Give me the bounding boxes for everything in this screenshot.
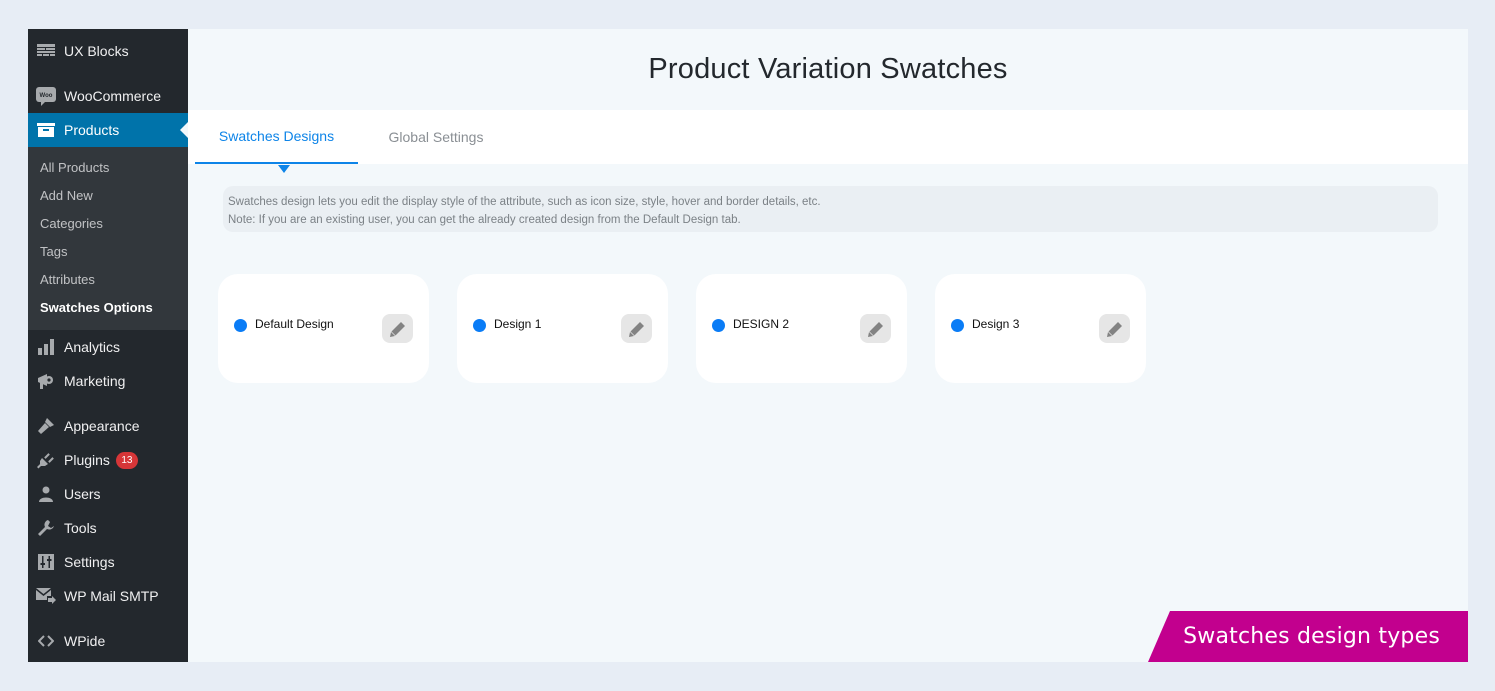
sidebar-item-appearance[interactable]: Appearance xyxy=(28,409,188,443)
tabs-bar: Swatches Designs Global Settings xyxy=(188,110,1468,173)
ux-blocks-icon xyxy=(28,44,64,58)
caption-banner: Swatches design types xyxy=(1148,611,1468,662)
main-content: Product Variation Swatches Swatches Desi… xyxy=(188,29,1468,662)
status-dot-icon xyxy=(951,319,964,332)
design-card-default[interactable]: Default Design xyxy=(218,274,429,383)
submenu-all-products[interactable]: All Products xyxy=(40,160,109,175)
sidebar-item-label: WP Mail SMTP xyxy=(64,588,159,604)
sidebar-item-label: Tools xyxy=(64,520,97,536)
notice-line: Swatches design lets you edit the displa… xyxy=(228,196,821,208)
status-dot-icon xyxy=(712,319,725,332)
sidebar-item-products[interactable]: Products xyxy=(28,113,188,147)
edit-design-button[interactable] xyxy=(621,314,652,343)
megaphone-icon xyxy=(28,372,64,390)
sidebar-item-woocommerce[interactable]: Woo WooCommerce xyxy=(28,79,188,113)
sidebar-item-label: Products xyxy=(64,122,120,138)
tab-global-settings[interactable]: Global Settings xyxy=(358,110,514,164)
design-name: Default Design xyxy=(255,317,334,331)
plug-icon xyxy=(28,451,64,469)
sidebar-item-plugins[interactable]: Plugins 13 xyxy=(28,443,188,477)
pencil-icon xyxy=(867,321,883,337)
active-tab-caret-icon xyxy=(278,165,290,173)
tab-label: Global Settings xyxy=(388,129,484,145)
submenu-categories[interactable]: Categories xyxy=(40,216,103,231)
design-name: Design 3 xyxy=(972,317,1020,331)
design-name: DESIGN 2 xyxy=(733,317,790,331)
page-title: Product Variation Swatches xyxy=(648,53,1008,85)
pencil-icon xyxy=(1106,321,1122,337)
sidebar-item-wp-mail-smtp[interactable]: WP Mail SMTP xyxy=(28,579,188,613)
edit-design-button[interactable] xyxy=(382,314,413,343)
sidebar-item-users[interactable]: Users xyxy=(28,477,188,511)
notice-line: Note: If you are an existing user, you c… xyxy=(228,214,741,226)
submenu-tags[interactable]: Tags xyxy=(40,244,67,259)
sidebar-item-label: Users xyxy=(64,486,101,502)
products-box-icon xyxy=(28,123,64,137)
design-card-1[interactable]: Design 1 xyxy=(457,274,668,383)
pencil-icon xyxy=(628,321,644,337)
admin-sidebar: UX Blocks Woo WooCommerce Products All P… xyxy=(28,29,188,662)
design-card-3[interactable]: Design 3 xyxy=(935,274,1146,383)
sidebar-item-label: Appearance xyxy=(64,418,140,434)
edit-design-button[interactable] xyxy=(860,314,891,343)
status-dot-icon xyxy=(473,319,486,332)
plugins-update-badge: 13 xyxy=(115,451,138,469)
pencil-icon xyxy=(389,321,405,337)
mail-arrow-icon xyxy=(28,587,64,605)
sidebar-item-label: WPide xyxy=(64,633,106,649)
sidebar-item-analytics[interactable]: Analytics xyxy=(28,330,188,364)
user-icon xyxy=(28,486,64,502)
sidebar-item-label: WooCommerce xyxy=(64,88,161,104)
sidebar-item-marketing[interactable]: Marketing xyxy=(28,364,188,398)
sidebar-item-ux-blocks[interactable]: UX Blocks xyxy=(28,34,188,68)
sidebar-item-tools[interactable]: Tools xyxy=(28,511,188,545)
design-cards: Default Design Design 1 DESIGN 2 Design … xyxy=(218,274,1174,383)
tab-label: Swatches Designs xyxy=(218,128,335,144)
sliders-icon xyxy=(28,554,64,570)
sidebar-item-label: UX Blocks xyxy=(64,43,129,59)
submenu-add-new[interactable]: Add New xyxy=(40,188,93,203)
paintbrush-icon xyxy=(28,417,64,435)
code-brackets-icon xyxy=(28,635,64,647)
woo-icon: Woo xyxy=(28,86,64,106)
status-dot-icon xyxy=(234,319,247,332)
bar-chart-icon xyxy=(28,339,64,355)
app-frame: UX Blocks Woo WooCommerce Products All P… xyxy=(28,29,1468,662)
wrench-icon xyxy=(28,520,64,536)
info-notice: Swatches design lets you edit the displa… xyxy=(223,186,1438,232)
submenu-attributes[interactable]: Attributes xyxy=(40,272,95,287)
tab-swatches-designs[interactable]: Swatches Designs xyxy=(195,110,358,173)
sidebar-item-settings[interactable]: Settings xyxy=(28,545,188,579)
sidebar-item-label: Settings xyxy=(64,554,115,570)
svg-text:Woo: Woo xyxy=(40,93,53,99)
sidebar-item-wpide[interactable]: WPide xyxy=(28,624,188,658)
products-submenu: All Products Add New Categories Tags Att… xyxy=(28,147,188,330)
sidebar-item-label: Marketing xyxy=(64,373,126,389)
sidebar-item-label: Plugins xyxy=(64,452,110,468)
design-card-2[interactable]: DESIGN 2 xyxy=(696,274,907,383)
design-name: Design 1 xyxy=(494,317,542,331)
edit-design-button[interactable] xyxy=(1099,314,1130,343)
sidebar-item-label: Analytics xyxy=(64,339,121,355)
submenu-swatches-options[interactable]: Swatches Options xyxy=(40,300,153,315)
